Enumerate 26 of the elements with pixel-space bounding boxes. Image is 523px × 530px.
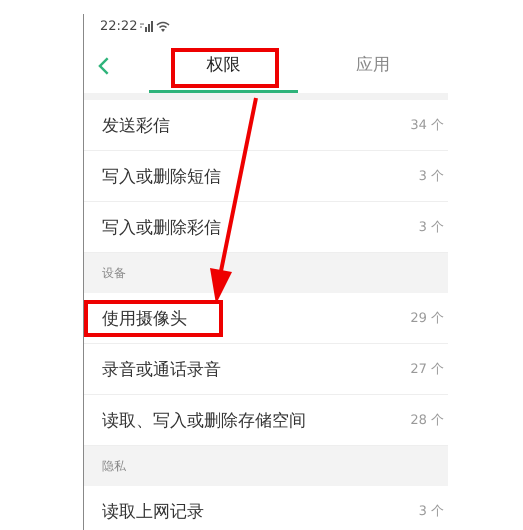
status-time: 22:22	[100, 19, 138, 34]
app-count: 27 个	[410, 361, 445, 378]
permission-name: 读取上网记录	[102, 500, 204, 522]
permission-name: 读取、写入或删除存储空间	[102, 410, 306, 432]
back-icon[interactable]	[98, 56, 110, 76]
app-count: 3 个	[418, 503, 445, 520]
app-count: 3 个	[418, 219, 445, 236]
permission-row[interactable]: 录音或通话录音 27 个	[84, 344, 448, 395]
tab[interactable]: 应用	[298, 39, 448, 93]
section-header: 设备	[102, 264, 126, 282]
wifi-icon	[156, 21, 170, 32]
permission-name: 发送彩信	[102, 114, 170, 136]
permission-name: 使用摄像头	[102, 308, 187, 330]
permission-name: 录音或通话录音	[102, 358, 221, 380]
app-count: 34 个	[410, 117, 445, 134]
permission-row[interactable]: 使用摄像头 29 个	[84, 293, 448, 344]
permission-name: 写入或删除短信	[102, 166, 221, 188]
permission-row[interactable]: 发送彩信 34 个	[84, 100, 448, 151]
app-count: 29 个	[410, 310, 445, 327]
signal-icon	[140, 21, 154, 32]
permission-name: 写入或删除彩信	[102, 216, 221, 238]
permission-row[interactable]: 读取上网记录 3 个	[84, 486, 448, 530]
app-count: 3 个	[418, 168, 445, 185]
permission-row[interactable]: 写入或删除短信 3 个	[84, 151, 448, 202]
section-header: 隐私	[102, 458, 126, 474]
app-count: 28 个	[410, 412, 445, 429]
